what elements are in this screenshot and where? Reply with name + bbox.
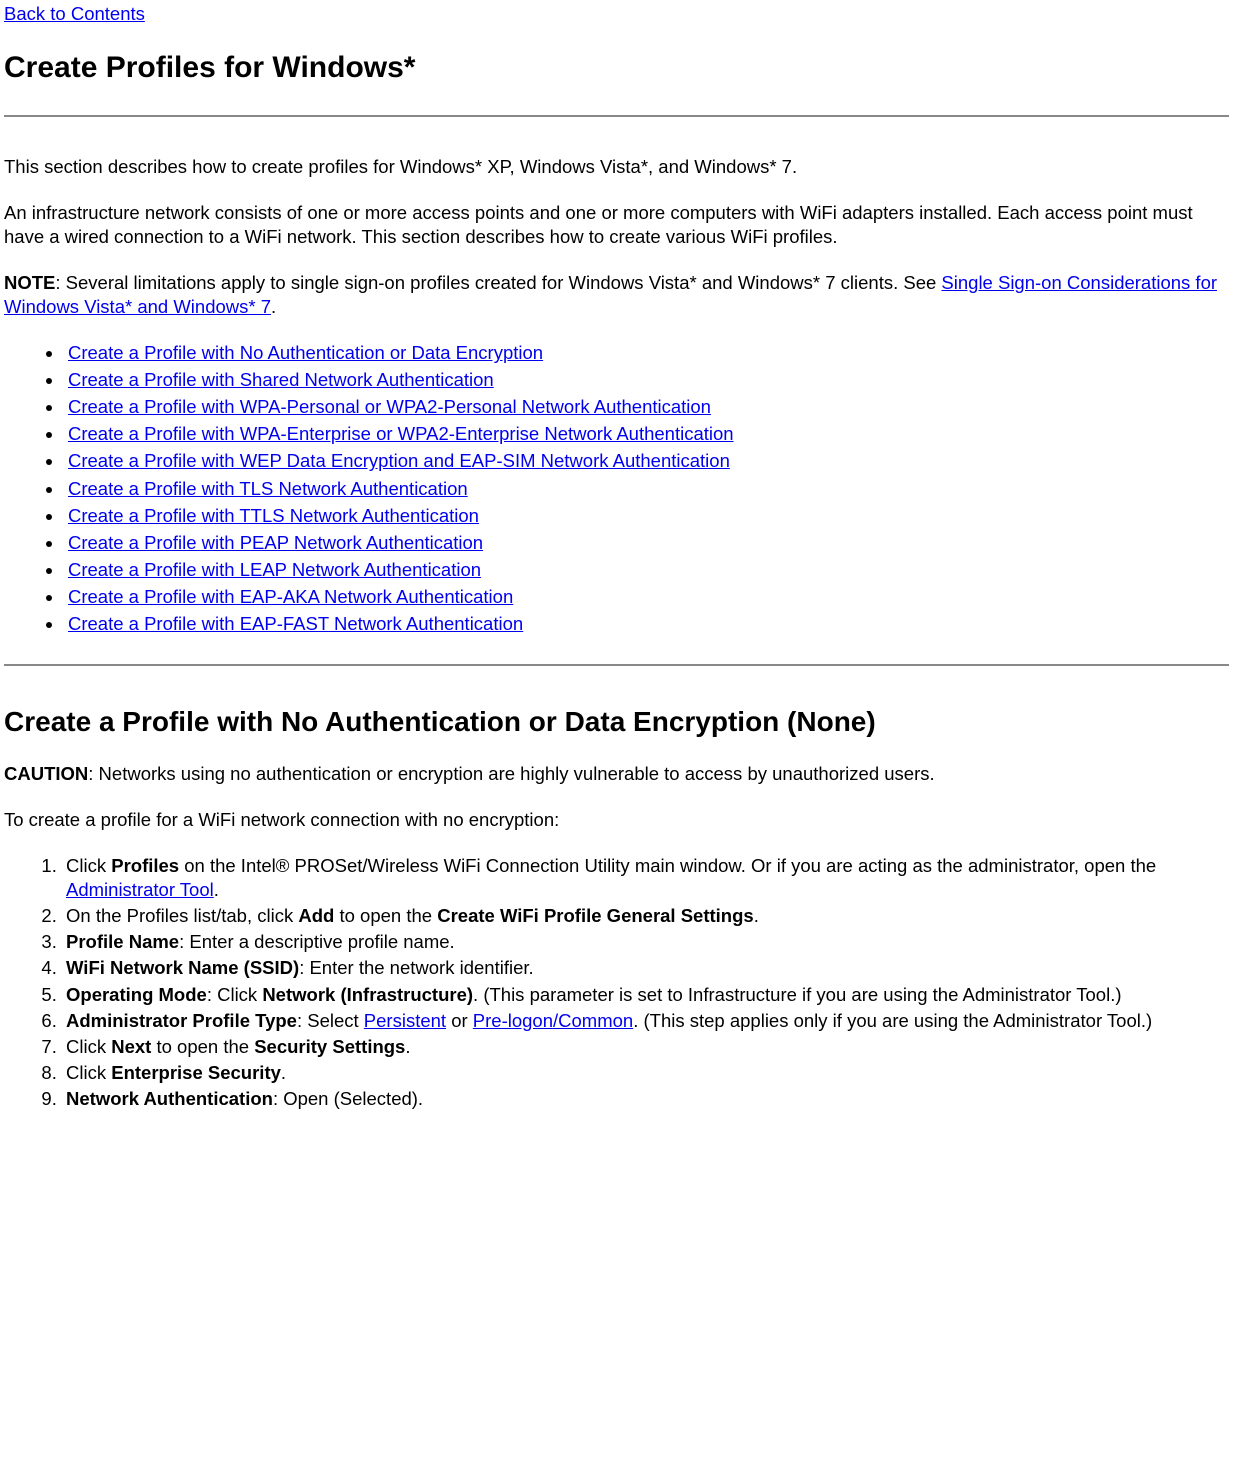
step-text: . (This step applies only if you are usi… bbox=[633, 1010, 1152, 1031]
divider bbox=[4, 664, 1229, 666]
note-text-before: : Several limitations apply to single si… bbox=[55, 272, 941, 293]
step-7: Click Next to open the Security Settings… bbox=[62, 1035, 1229, 1059]
list-item: Create a Profile with Shared Network Aut… bbox=[64, 368, 1229, 392]
step-text: : Click bbox=[207, 984, 263, 1005]
list-item: Create a Profile with WPA-Personal or WP… bbox=[64, 395, 1229, 419]
step-text: : Select bbox=[297, 1010, 364, 1031]
caution-text: : Networks using no authentication or en… bbox=[88, 763, 934, 784]
list-item: Create a Profile with No Authentication … bbox=[64, 341, 1229, 365]
list-item: Create a Profile with TLS Network Authen… bbox=[64, 477, 1229, 501]
profile-link-list: Create a Profile with No Authentication … bbox=[4, 341, 1229, 636]
step-text: to open the bbox=[151, 1036, 254, 1057]
divider bbox=[4, 115, 1229, 117]
list-item: Create a Profile with WPA-Enterprise or … bbox=[64, 422, 1229, 446]
pre-logon-common-link[interactable]: Pre-logon/Common bbox=[473, 1010, 633, 1031]
step-text: Click bbox=[66, 1036, 111, 1057]
step-bold: Add bbox=[298, 905, 334, 926]
step-text: or bbox=[446, 1010, 473, 1031]
step-bold: Profile Name bbox=[66, 931, 179, 952]
back-to-contents-link[interactable]: Back to Contents bbox=[4, 3, 145, 24]
step-bold: Administrator Profile Type bbox=[66, 1010, 297, 1031]
intro-paragraph-1: This section describes how to create pro… bbox=[4, 155, 1229, 179]
step-bold: Enterprise Security bbox=[111, 1062, 281, 1083]
step-text: Click bbox=[66, 855, 111, 876]
step-text: . (This parameter is set to Infrastructu… bbox=[473, 984, 1121, 1005]
profile-link-peap[interactable]: Create a Profile with PEAP Network Authe… bbox=[68, 532, 483, 553]
step-bold: Network Authentication bbox=[66, 1088, 273, 1109]
step-text: : Enter the network identifier. bbox=[299, 957, 533, 978]
note-text-after: . bbox=[271, 296, 276, 317]
step-9: Network Authentication: Open (Selected). bbox=[62, 1087, 1229, 1111]
step-6: Administrator Profile Type: Select Persi… bbox=[62, 1009, 1229, 1033]
caution-paragraph: CAUTION: Networks using no authenticatio… bbox=[4, 762, 1229, 786]
administrator-tool-link[interactable]: Administrator Tool bbox=[66, 879, 214, 900]
step-bold: Network (Infrastructure) bbox=[262, 984, 473, 1005]
list-item: Create a Profile with LEAP Network Authe… bbox=[64, 558, 1229, 582]
list-item: Create a Profile with PEAP Network Authe… bbox=[64, 531, 1229, 555]
step-text: . bbox=[754, 905, 759, 926]
step-text: on the Intel® PROSet/Wireless WiFi Conne… bbox=[179, 855, 1156, 876]
profile-link-shared[interactable]: Create a Profile with Shared Network Aut… bbox=[68, 369, 494, 390]
section-title-no-auth: Create a Profile with No Authentication … bbox=[4, 704, 1229, 740]
step-text: to open the bbox=[334, 905, 437, 926]
list-item: Create a Profile with WEP Data Encryptio… bbox=[64, 449, 1229, 473]
profile-link-eap-fast[interactable]: Create a Profile with EAP-FAST Network A… bbox=[68, 613, 523, 634]
profile-link-tls[interactable]: Create a Profile with TLS Network Authen… bbox=[68, 478, 468, 499]
step-text: . bbox=[405, 1036, 410, 1057]
caution-label: CAUTION bbox=[4, 763, 88, 784]
step-text: . bbox=[281, 1062, 286, 1083]
step-bold: Create WiFi Profile General Settings bbox=[437, 905, 753, 926]
step-bold: Operating Mode bbox=[66, 984, 207, 1005]
profile-link-eap-aka[interactable]: Create a Profile with EAP-AKA Network Au… bbox=[68, 586, 513, 607]
step-3: Profile Name: Enter a descriptive profil… bbox=[62, 930, 1229, 954]
steps-list: Click Profiles on the Intel® PROSet/Wire… bbox=[4, 854, 1229, 1110]
step-text: . bbox=[214, 879, 219, 900]
profile-link-ttls[interactable]: Create a Profile with TTLS Network Authe… bbox=[68, 505, 479, 526]
step-4: WiFi Network Name (SSID): Enter the netw… bbox=[62, 956, 1229, 980]
page-title: Create Profiles for Windows* bbox=[4, 48, 1229, 87]
step-8: Click Enterprise Security. bbox=[62, 1061, 1229, 1085]
step-bold: Security Settings bbox=[254, 1036, 405, 1057]
step-text: : Open (Selected). bbox=[273, 1088, 423, 1109]
step-bold: WiFi Network Name (SSID) bbox=[66, 957, 299, 978]
note-paragraph: NOTE: Several limitations apply to singl… bbox=[4, 271, 1229, 319]
profile-link-no-auth[interactable]: Create a Profile with No Authentication … bbox=[68, 342, 543, 363]
list-item: Create a Profile with EAP-FAST Network A… bbox=[64, 612, 1229, 636]
step-text: : Enter a descriptive profile name. bbox=[179, 931, 455, 952]
steps-lead-in: To create a profile for a WiFi network c… bbox=[4, 808, 1229, 832]
profile-link-leap[interactable]: Create a Profile with LEAP Network Authe… bbox=[68, 559, 481, 580]
note-label: NOTE bbox=[4, 272, 55, 293]
profile-link-wpa-personal[interactable]: Create a Profile with WPA-Personal or WP… bbox=[68, 396, 711, 417]
profile-link-wpa-enterprise[interactable]: Create a Profile with WPA-Enterprise or … bbox=[68, 423, 734, 444]
step-5: Operating Mode: Click Network (Infrastru… bbox=[62, 983, 1229, 1007]
persistent-link[interactable]: Persistent bbox=[364, 1010, 446, 1031]
step-text: On the Profiles list/tab, click bbox=[66, 905, 298, 926]
step-text: Click bbox=[66, 1062, 111, 1083]
step-bold: Profiles bbox=[111, 855, 179, 876]
step-bold: Next bbox=[111, 1036, 151, 1057]
profile-link-wep-eap-sim[interactable]: Create a Profile with WEP Data Encryptio… bbox=[68, 450, 730, 471]
list-item: Create a Profile with EAP-AKA Network Au… bbox=[64, 585, 1229, 609]
step-1: Click Profiles on the Intel® PROSet/Wire… bbox=[62, 854, 1229, 902]
list-item: Create a Profile with TTLS Network Authe… bbox=[64, 504, 1229, 528]
step-2: On the Profiles list/tab, click Add to o… bbox=[62, 904, 1229, 928]
intro-paragraph-2: An infrastructure network consists of on… bbox=[4, 201, 1229, 249]
